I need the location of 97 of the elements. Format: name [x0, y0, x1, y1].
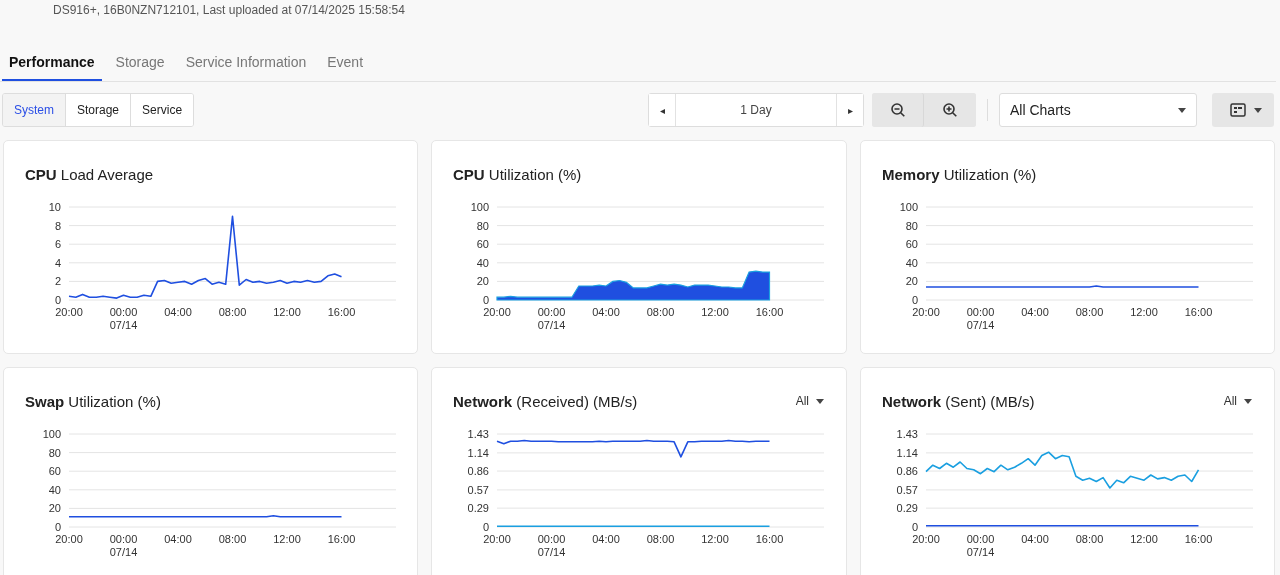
caret-icon [816, 398, 824, 404]
axis-label: 80 [48, 446, 61, 459]
axis-label: 1.14 [896, 446, 918, 459]
chart-title: Network (Received) (MB/s) [453, 392, 638, 410]
device-info: DS916+, 16B0NZN712101, Last uploaded at 07/14/2025 15:58:54 [52, 2, 406, 19]
axis-label: 4 [54, 256, 61, 269]
axis-label: 80 [476, 219, 489, 232]
zoom-out-icon [889, 102, 906, 118]
axis-label: 16:00 [755, 533, 784, 545]
axis-label: 04:00 [164, 306, 192, 318]
caret-icon [1178, 107, 1186, 113]
axis-label: 20:00 [483, 533, 511, 545]
axis-label: 20:00 [55, 533, 83, 545]
chart-title: Swap Utilization (%) [25, 392, 161, 410]
axis-label: 00:00 07/14 [966, 533, 995, 558]
axis-label: 20 [476, 275, 489, 288]
axis-label: 40 [476, 256, 489, 269]
axis-label: 0 [482, 521, 489, 533]
axis-label: 04:00 [592, 306, 620, 318]
axis-label: 16:00 [1184, 533, 1213, 545]
axis-label: 04:00 [592, 533, 620, 545]
axis-label: 80 [905, 219, 918, 232]
axis-label: 12:00 [701, 306, 729, 318]
axis-label: 00:00 07/14 [109, 306, 138, 331]
axis-label: 04:00 [1021, 533, 1049, 545]
axis-label: 0.57 [467, 483, 489, 496]
axis-label: 16:00 [327, 306, 356, 318]
tab[interactable]: Storage [108, 46, 172, 81]
axis-label: 0 [911, 521, 918, 533]
axis-label: 08:00 [646, 533, 675, 545]
axis-label: 20:00 [483, 306, 511, 318]
axis-label: 00:00 07/14 [537, 533, 566, 558]
axis-label: 12:00 [701, 533, 729, 545]
caret-icon [1254, 107, 1262, 113]
axis-label: 2 [54, 275, 61, 288]
axis-label: 12:00 [273, 306, 301, 318]
axis-label: 0.86 [467, 465, 489, 478]
chart-title: Network (Sent) (MB/s) [882, 392, 1035, 410]
chart-title: CPU Utilization (%) [453, 165, 582, 183]
axis-label: 12:00 [273, 533, 301, 545]
zoom-in-icon [942, 102, 958, 118]
axis-label: 20:00 [912, 533, 940, 545]
tab[interactable]: Event [320, 46, 371, 81]
axis-label: 40 [905, 256, 918, 269]
axis-label: 100 [899, 201, 918, 213]
axis-label: 10 [48, 201, 61, 213]
axis-label: 0 [482, 294, 489, 306]
axis-label: 1.14 [467, 446, 489, 459]
axis-label: 0.57 [896, 483, 918, 496]
layout-button[interactable] [1212, 93, 1274, 127]
axis-label: 1.43 [467, 428, 489, 440]
axis-label: 20 [48, 502, 61, 515]
axis-label: 1.43 [896, 428, 918, 440]
axis-label: 20 [905, 275, 918, 288]
axis-label: 0.29 [896, 502, 918, 515]
axis-label: 6 [54, 238, 61, 251]
axis-label: 16:00 [327, 533, 356, 545]
axis-label: 04:00 [1021, 306, 1049, 318]
segment-tab[interactable]: System [3, 94, 66, 126]
chart-select[interactable]: All Charts [999, 93, 1197, 127]
axis-label: 60 [476, 238, 489, 251]
series-filter-dropdown[interactable]: All [1223, 394, 1252, 408]
series-filter-dropdown[interactable]: All [795, 394, 824, 408]
tab[interactable]: Service Information [178, 46, 314, 81]
axis-label: 12:00 [1130, 533, 1158, 545]
axis-label: 00:00 07/14 [966, 306, 995, 331]
axis-label: 0 [54, 294, 61, 306]
axis-label: 16:00 [1184, 306, 1213, 318]
axis-label: 08:00 [1075, 306, 1104, 318]
axis-label: 08:00 [646, 306, 675, 318]
axis-label: 60 [48, 465, 61, 478]
axis-label: 16:00 [755, 306, 784, 318]
axis-label: 100 [42, 428, 61, 440]
axis-label: 40 [48, 483, 61, 496]
chart-title: CPU Load Average [25, 165, 154, 183]
axis-label: 20:00 [55, 306, 83, 318]
axis-label: 20:00 [912, 306, 940, 318]
axis-label: 08:00 [1075, 533, 1104, 545]
axis-label: 08:00 [218, 533, 247, 545]
axis-label: 0.29 [467, 502, 489, 515]
zoom-out-button[interactable] [872, 93, 924, 127]
axis-label: 100 [470, 201, 489, 213]
axis-label: 00:00 07/14 [537, 306, 566, 331]
tab[interactable]: Performance [2, 46, 102, 81]
axis-label: 0 [911, 294, 918, 306]
chart-title: Memory Utilization (%) [882, 165, 1037, 183]
axis-label: 60 [905, 238, 918, 251]
axis-label: 08:00 [218, 306, 247, 318]
layout-icon [1230, 103, 1246, 117]
axis-label: 0.86 [896, 465, 918, 478]
axis-label: 0 [54, 521, 61, 533]
axis-label: 8 [54, 219, 61, 232]
time-range-button[interactable]: 1 Day [675, 94, 837, 126]
caret-icon [1244, 398, 1252, 404]
axis-label: 12:00 [1130, 306, 1158, 318]
axis-label: 04:00 [164, 533, 192, 545]
axis-label: 00:00 07/14 [109, 533, 138, 558]
